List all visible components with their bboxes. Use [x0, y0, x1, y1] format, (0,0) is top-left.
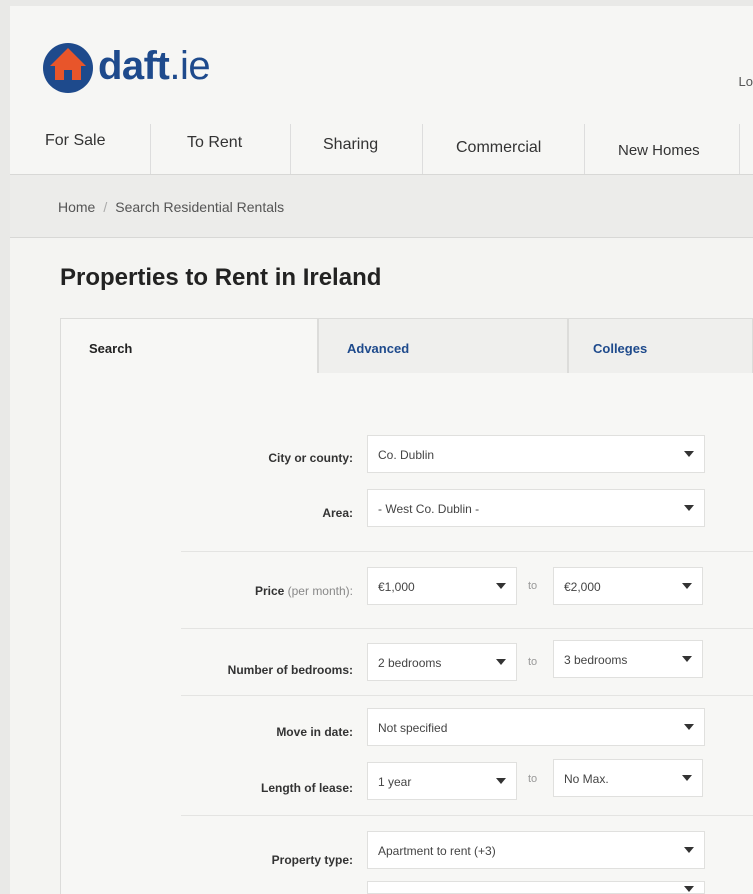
area-select[interactable]: - West Co. Dublin -	[367, 489, 705, 527]
bedrooms-max-value: 3 bedrooms	[564, 653, 628, 667]
city-label: City or county:	[268, 451, 353, 465]
move-in-select[interactable]: Not specified	[367, 708, 705, 746]
daft-logo[interactable]: daft.ie	[40, 38, 211, 94]
tab-search[interactable]: Search	[60, 318, 318, 374]
caret-down-icon	[684, 451, 694, 457]
nav-divider	[150, 124, 151, 174]
price-label-sub: (per month):	[287, 584, 353, 598]
main-nav: For Sale To Rent Sharing Commercial New …	[10, 124, 753, 174]
price-max-select[interactable]: €2,000	[553, 567, 703, 605]
city-select[interactable]: Co. Dublin	[367, 435, 705, 473]
lease-range-separator: to	[528, 773, 538, 785]
tab-advanced[interactable]: Advanced	[318, 318, 568, 374]
nav-to-rent[interactable]: To Rent	[187, 134, 242, 152]
login-link[interactable]: Lo	[739, 74, 753, 89]
caret-down-icon	[684, 847, 694, 853]
move-in-value: Not specified	[378, 721, 448, 735]
search-tabs: Search Advanced Colleges	[60, 318, 753, 374]
property-type-value: Apartment to rent (+3)	[378, 844, 496, 858]
lease-max-value: No Max.	[564, 772, 609, 786]
area-label: Area:	[322, 506, 353, 520]
city-select-value: Co. Dublin	[378, 448, 435, 462]
house-logo-icon	[40, 38, 96, 94]
price-max-value: €2,000	[564, 580, 601, 594]
price-min-value: €1,000	[378, 580, 415, 594]
row-divider	[181, 815, 753, 816]
lease-min-select[interactable]: 1 year	[367, 762, 517, 800]
logo-wordmark: daft.ie	[98, 43, 211, 88]
price-label: Price (per month):	[73, 584, 353, 598]
page: daft.ie Lo For Sale To Rent Sharing Comm…	[10, 6, 753, 894]
caret-down-icon	[496, 778, 506, 784]
price-label-main: Price	[254, 584, 285, 598]
bedrooms-max-select[interactable]: 3 bedrooms	[553, 640, 703, 678]
property-type-label: Property type:	[271, 853, 353, 867]
caret-down-icon	[684, 505, 694, 511]
caret-down-icon	[684, 886, 694, 892]
nav-divider	[584, 124, 585, 174]
bedrooms-label: Number of bedrooms:	[227, 663, 353, 677]
page-title: Properties to Rent in Ireland	[60, 264, 382, 291]
caret-down-icon	[682, 583, 692, 589]
nav-commercial[interactable]: Commercial	[456, 139, 541, 157]
caret-down-icon	[682, 775, 692, 781]
row-divider	[181, 551, 753, 552]
breadcrumb: Home / Search Residential Rentals	[58, 199, 284, 215]
row-divider	[181, 628, 753, 629]
caret-down-icon	[682, 656, 692, 662]
caret-down-icon	[684, 724, 694, 730]
breadcrumb-separator: /	[103, 199, 108, 215]
area-select-value: - West Co. Dublin -	[378, 502, 480, 516]
nav-divider	[290, 124, 291, 174]
nav-for-sale[interactable]: For Sale	[45, 132, 105, 150]
price-range-separator: to	[528, 580, 538, 592]
caret-down-icon	[496, 583, 506, 589]
property-type-select[interactable]: Apartment to rent (+3)	[367, 831, 705, 869]
nav-divider	[422, 124, 423, 174]
nav-divider	[739, 124, 740, 174]
move-in-label: Move in date:	[276, 725, 353, 739]
nav-sharing[interactable]: Sharing	[323, 136, 378, 154]
bedrooms-min-value: 2 bedrooms	[378, 656, 442, 670]
nav-new-homes[interactable]: New Homes	[618, 142, 700, 159]
search-form: City or county: Co. Dublin Area: - West …	[60, 373, 753, 894]
breadcrumb-bar: Home / Search Residential Rentals	[10, 174, 753, 238]
row-divider	[181, 695, 753, 696]
tab-colleges[interactable]: Colleges	[568, 318, 753, 374]
caret-down-icon	[496, 659, 506, 665]
site-header: daft.ie Lo For Sale To Rent Sharing Comm…	[10, 6, 753, 174]
price-min-select[interactable]: €1,000	[367, 567, 517, 605]
bedrooms-range-separator: to	[528, 656, 538, 668]
lease-max-select[interactable]: No Max.	[553, 759, 703, 797]
next-select-partial[interactable]	[367, 881, 705, 894]
bedrooms-min-select[interactable]: 2 bedrooms	[367, 643, 517, 681]
breadcrumb-home-link[interactable]: Home	[58, 199, 95, 215]
lease-label: Length of lease:	[260, 781, 353, 795]
lease-min-value: 1 year	[378, 775, 412, 789]
breadcrumb-current: Search Residential Rentals	[115, 199, 285, 215]
